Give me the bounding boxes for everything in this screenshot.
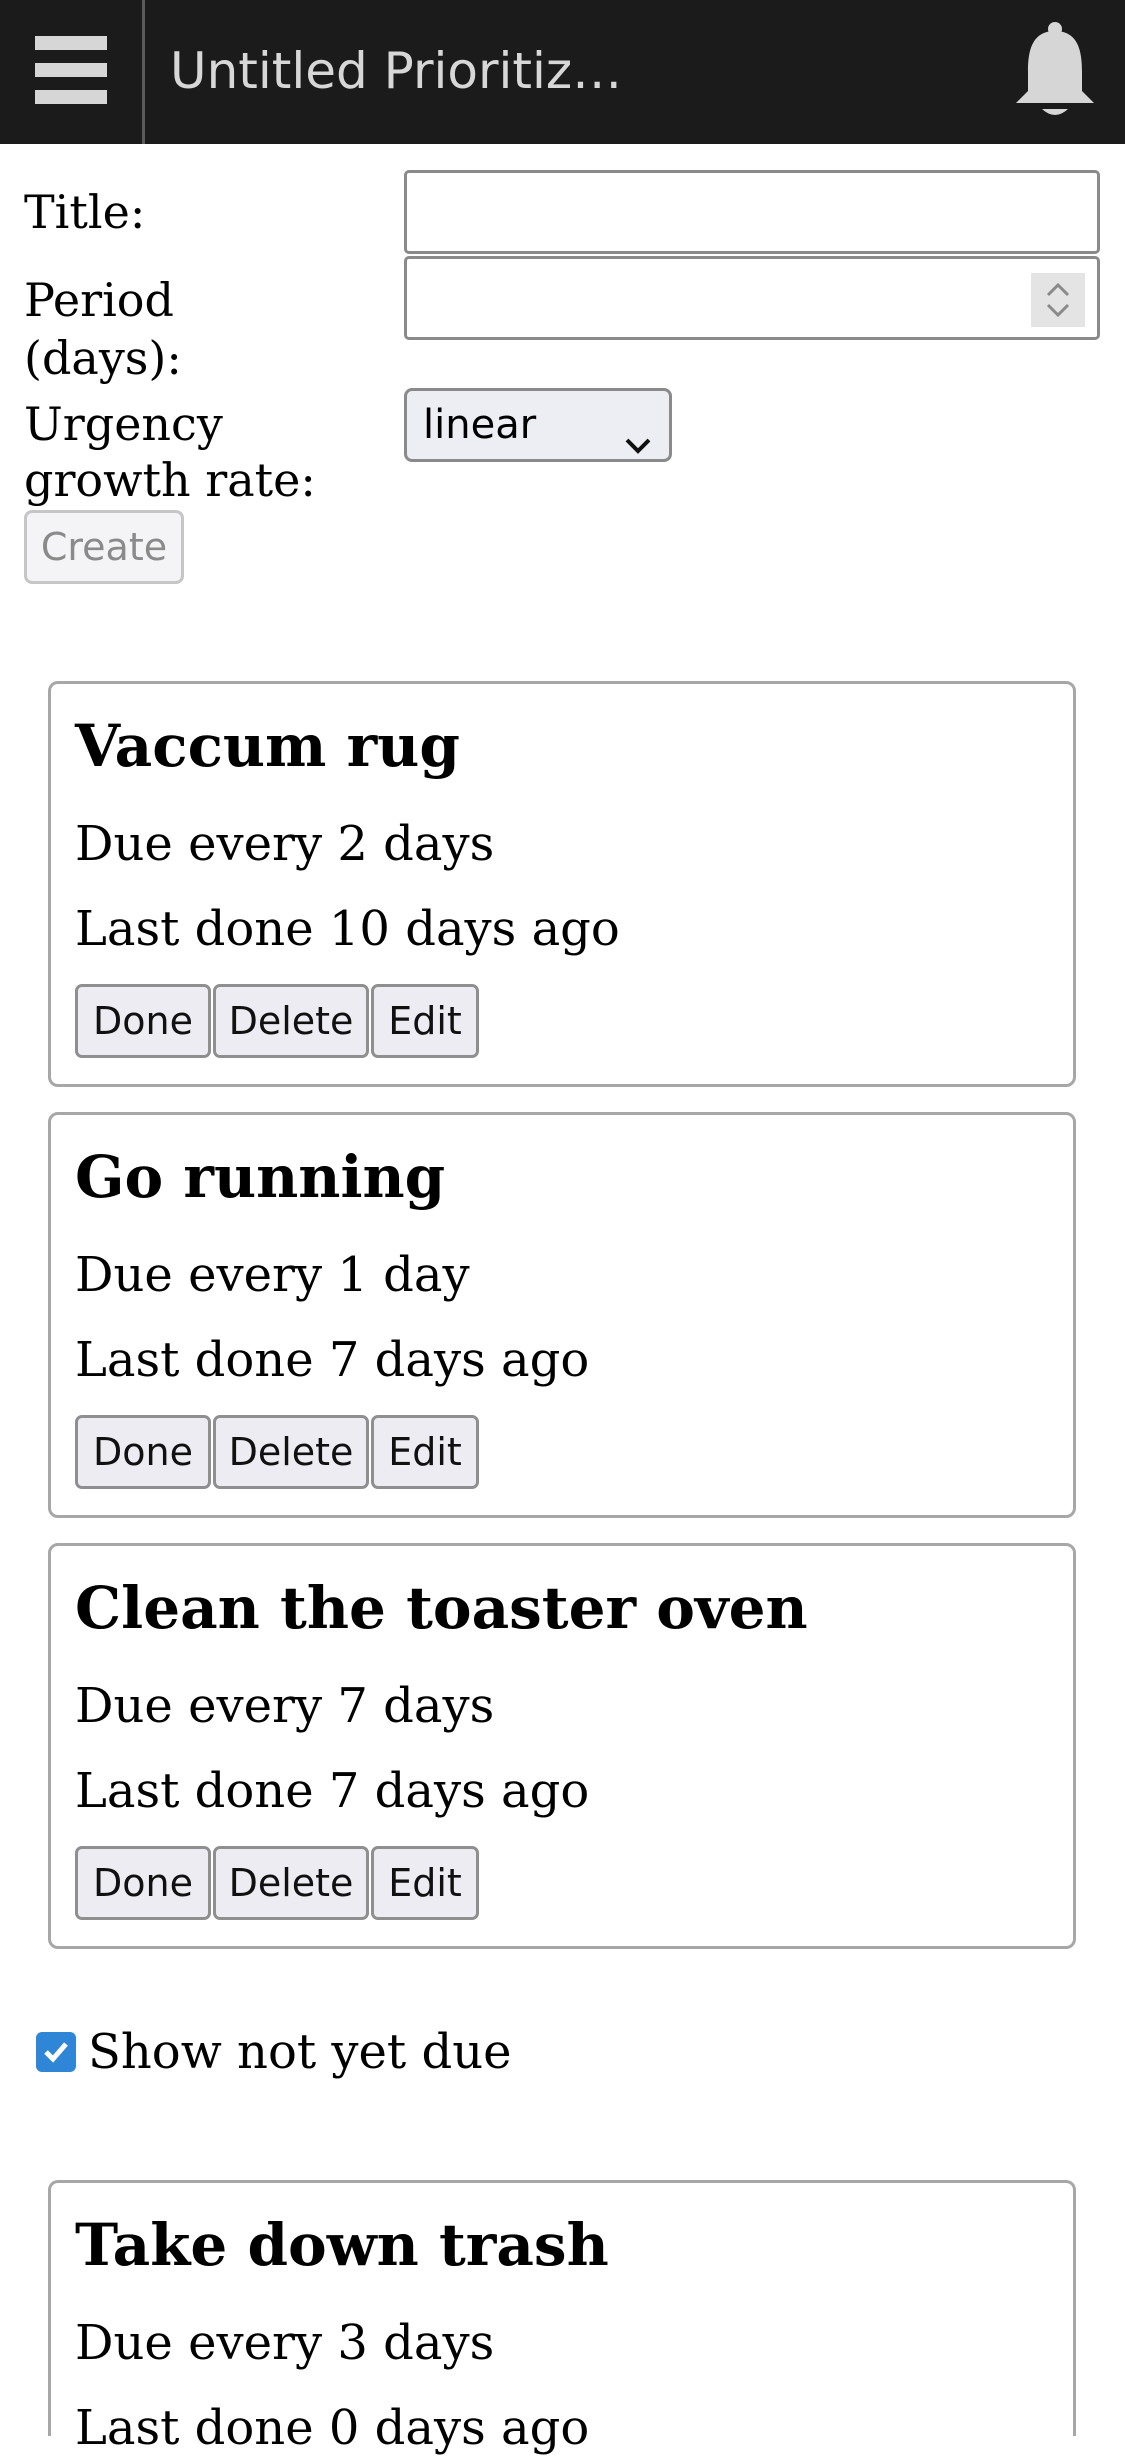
urgency-select[interactable]: linear [404,388,672,462]
urgency-label-line2: growth rate: [24,453,316,507]
period-input[interactable] [404,256,1100,340]
menu-button[interactable] [0,0,142,144]
app-bar: Untitled Prioritiz… [0,0,1125,144]
show-not-yet-due-checkbox[interactable] [36,2032,76,2072]
task-due: Due every 3 days [75,2315,495,2371]
edit-button[interactable]: Edit [371,1415,479,1489]
notifications-button[interactable] [1000,18,1110,128]
done-button[interactable]: Done [75,1846,211,1920]
done-button[interactable]: Done [75,1415,211,1489]
task-due: Due every 7 days [75,1678,495,1734]
show-not-yet-due-label[interactable]: Show not yet due [88,2022,512,2082]
period-label-line2: (days): [24,331,182,385]
task-due: Due every 2 days [75,816,495,872]
spinner-arrows-icon [1046,282,1070,318]
urgency-label-line1: Urgency [24,397,223,451]
task-last-done: Last done 7 days ago [75,1763,590,1819]
task-due: Due every 1 day [75,1247,470,1303]
task-card: Take down trash Due every 3 days Last do… [48,2180,1076,2456]
urgency-select-value: linear [423,402,537,448]
create-button[interactable]: Create [24,510,184,584]
delete-button[interactable]: Delete [213,1846,369,1920]
task-last-done: Last done 7 days ago [75,1332,590,1388]
task-card: Clean the toaster oven Due every 7 days … [48,1543,1076,1949]
checkmark-icon [44,2042,68,2063]
app-bar-divider [142,0,145,144]
task-title: Go running [75,1143,446,1211]
hamburger-menu-icon [35,34,107,110]
task-card: Go running Due every 1 day Last done 7 d… [48,1112,1076,1518]
edit-button[interactable]: Edit [371,984,479,1058]
task-title: Clean the toaster oven [75,1574,808,1642]
bell-icon [1010,21,1100,125]
edit-button[interactable]: Edit [371,1846,479,1920]
delete-button[interactable]: Delete [213,1415,369,1489]
done-button[interactable]: Done [75,984,211,1058]
task-last-done: Last done 10 days ago [75,901,620,957]
task-title: Vaccum rug [75,712,460,780]
delete-button[interactable]: Delete [213,984,369,1058]
task-last-done: Last done 0 days ago [75,2400,590,2456]
app-title: Untitled Prioritiz… [170,42,623,100]
title-label: Title: [24,185,146,239]
task-title: Take down trash [75,2211,609,2279]
number-spinner[interactable] [1031,273,1085,327]
task-card: Vaccum rug Due every 2 days Last done 10… [48,681,1076,1087]
chevron-down-icon [623,411,653,479]
period-label-line1: Period [24,273,174,327]
title-input[interactable] [404,170,1100,254]
